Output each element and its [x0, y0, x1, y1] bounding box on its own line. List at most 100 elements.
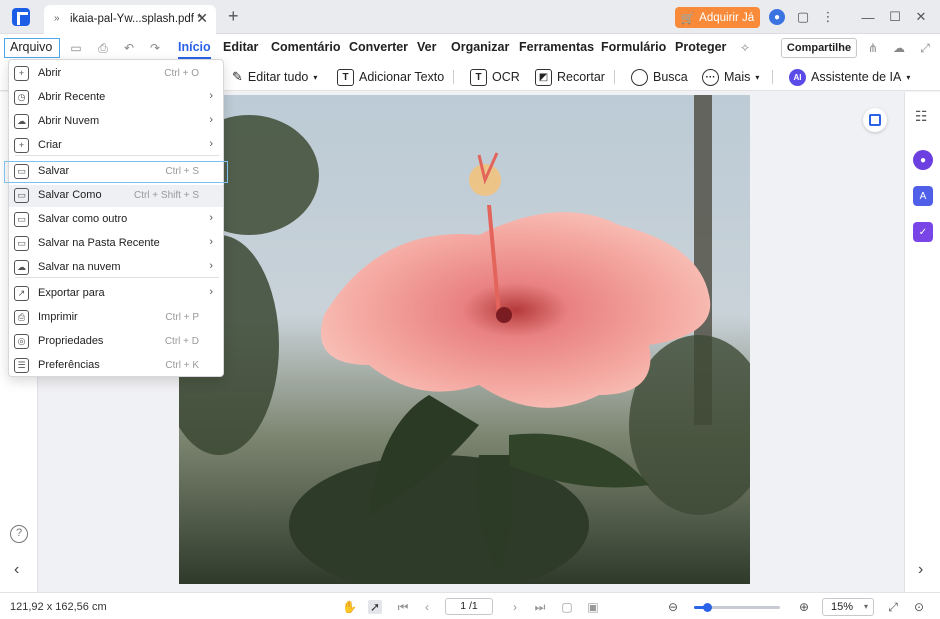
menu-item-abrir-nuvem[interactable]: ☁ Abrir Nuvem › [9, 111, 223, 133]
tab-ver[interactable]: Ver [417, 40, 436, 54]
file-menu-button[interactable]: Arquivo [4, 38, 60, 58]
fit-page-button[interactable] [863, 108, 887, 132]
save-icon[interactable]: ▭ [69, 41, 83, 55]
menu-item-abrir[interactable]: + Abrir Ctrl + O [9, 63, 223, 85]
expand-right-icon[interactable]: › [918, 561, 923, 579]
chevron-right-icon: › [209, 114, 213, 126]
menu-item-salvar[interactable]: ▭ Salvar Ctrl + S [4, 161, 228, 183]
menu-item-shortcut: Ctrl + P [165, 312, 199, 323]
menu-item-label: Preferências [38, 359, 100, 371]
new-tab-icon[interactable]: + [228, 6, 239, 27]
menu-item-label: Salvar na Pasta Recente [38, 237, 160, 249]
chevron-right-icon: › [209, 138, 213, 150]
collapse-left-icon[interactable]: ‹ [14, 561, 19, 579]
menu-item-criar[interactable]: + Criar › [9, 135, 223, 157]
menu-item-shortcut: Ctrl + D [164, 336, 199, 347]
menu-item-label: Abrir [38, 67, 62, 79]
ocr-button[interactable]: T OCR [470, 67, 520, 87]
scroll-down-icon[interactable]: ⊙ [912, 600, 926, 614]
crop-button[interactable]: ◩ Recortar [535, 67, 605, 87]
two-page-icon[interactable]: ▣ [586, 600, 600, 614]
tab-inicio[interactable]: Início [178, 40, 211, 59]
edit-all-button[interactable]: ✎ Editar tudo ▾ [232, 67, 317, 87]
menu-item-label: Imprimir [38, 311, 78, 323]
redo-icon[interactable]: ↷ [148, 41, 162, 55]
menu-item-salvar-nuvem[interactable]: ☁ Salvar na nuvem › [9, 257, 223, 279]
cloud-upload-icon[interactable]: ☁ [892, 41, 906, 55]
minimize-icon[interactable]: — [860, 9, 876, 25]
menu-item-preferencias[interactable]: ☰ Preferências Ctrl + K [9, 355, 223, 377]
user-avatar-icon[interactable]: ● [769, 9, 785, 25]
chevron-right-icon: › [209, 260, 213, 272]
menu-item-exportar-para[interactable]: ↗ Exportar para › [9, 283, 223, 305]
fullscreen-icon[interactable]: ⤢ [886, 600, 900, 614]
document-tab[interactable]: » ikaia-pal-Yw...splash.pdf * ✕ [44, 5, 216, 34]
next-page-icon[interactable]: › [508, 600, 522, 614]
zoom-out-icon[interactable]: ⊖ [666, 600, 680, 614]
app-logo-icon [12, 8, 30, 26]
last-page-icon[interactable]: ⏭ [533, 600, 547, 614]
menu-item-imprimir[interactable]: ⎙ Imprimir Ctrl + P [9, 307, 223, 329]
hand-tool-icon[interactable]: ✋ [342, 600, 357, 614]
expand-icon[interactable]: ⤢ [918, 41, 932, 55]
add-text-button[interactable]: T Adicionar Texto [337, 67, 444, 87]
help-icon[interactable]: ? [10, 525, 28, 543]
undo-icon[interactable]: ↶ [122, 41, 136, 55]
tab-proteger[interactable]: Proteger [675, 40, 726, 54]
zoom-select[interactable]: 15% ▾ [822, 598, 874, 616]
more-label: Mais [724, 70, 751, 84]
menu-item-abrir-recente[interactable]: ◷ Abrir Recente › [9, 87, 223, 109]
prev-page-icon[interactable]: ‹ [420, 600, 434, 614]
page-dimensions: 121,92 x 162,56 cm [10, 601, 107, 613]
chevron-right-icon: › [209, 212, 213, 224]
fit-width-icon[interactable]: ▢ [560, 600, 574, 614]
task-check-icon[interactable]: ✓ [913, 222, 933, 242]
zoom-slider-knob[interactable] [703, 603, 712, 612]
menu-item-salvar-pasta-recente[interactable]: ▭ Salvar na Pasta Recente › [9, 233, 223, 255]
ai-chat-icon[interactable]: ● [913, 150, 933, 170]
criar-icon: + [14, 138, 29, 153]
buy-button[interactable]: 🛒 Adquirir Já [675, 7, 760, 28]
salvar-pasta-recente-icon: ▭ [14, 236, 29, 251]
menu-item-label: Criar [38, 139, 62, 151]
close-tab-icon[interactable]: ✕ [196, 10, 208, 27]
right-sidebar: ☷ ● A ✓ › [904, 92, 940, 592]
network-icon[interactable]: ⋔ [866, 41, 880, 55]
search-button[interactable]: Busca [631, 67, 688, 87]
tab-editar[interactable]: Editar [223, 40, 258, 54]
zoom-in-icon[interactable]: ⊕ [797, 600, 811, 614]
tab-organizar[interactable]: Organizar [451, 40, 509, 54]
ellipsis-icon: ··· [702, 68, 719, 86]
toolbar-divider [453, 70, 454, 84]
close-window-icon[interactable]: ✕ [913, 9, 929, 25]
more-button[interactable]: ··· Mais ▾ [702, 67, 759, 87]
tab-ferramentas[interactable]: Ferramentas [519, 40, 594, 54]
buy-button-label: Adquirir Já [699, 11, 755, 24]
ocr-icon: T [470, 68, 487, 86]
settings-sliders-icon[interactable]: ☷ [915, 108, 928, 125]
translate-icon[interactable]: A [913, 186, 933, 206]
page-number-input[interactable]: 1 /1 [445, 598, 493, 615]
salvar-nuvem-icon: ☁ [14, 260, 29, 275]
lightbulb-icon[interactable]: ✧ [738, 41, 752, 55]
more-options-icon[interactable]: ⋮ [820, 9, 836, 25]
menu-item-propriedades[interactable]: ◎ Propriedades Ctrl + D [9, 331, 223, 353]
menu-item-shortcut: Ctrl + S [165, 166, 199, 177]
menu-item-salvar-como-outro[interactable]: ▭ Salvar como outro › [9, 209, 223, 231]
zoom-slider[interactable] [694, 603, 780, 612]
chat-icon[interactable]: ▢ [795, 9, 811, 25]
chevron-right-icon: › [209, 236, 213, 248]
tab-formulario[interactable]: Formulário [601, 40, 666, 54]
tab-converter[interactable]: Converter [349, 40, 408, 54]
tab-comentario[interactable]: Comentário [271, 40, 340, 54]
first-page-icon[interactable]: ⏮ [396, 600, 410, 614]
share-button[interactable]: Compartilhe [781, 38, 857, 58]
file-menu-dropdown: + Abrir Ctrl + O ◷ Abrir Recente › ☁ Abrir Nuve… [4, 59, 228, 377]
menu-item-shortcut: Ctrl + O [164, 68, 199, 79]
select-tool-icon[interactable]: ➚ [368, 600, 382, 614]
chevron-down-icon: ▾ [755, 72, 760, 82]
ai-assistant-button[interactable]: AI Assistente de IA ▾ [789, 67, 910, 87]
menu-item-salvar-como[interactable]: ▭ Salvar Como Ctrl + Shift + S [9, 185, 223, 207]
maximize-icon[interactable]: ☐ [887, 9, 903, 25]
print-icon[interactable]: ⎙ [96, 41, 110, 55]
